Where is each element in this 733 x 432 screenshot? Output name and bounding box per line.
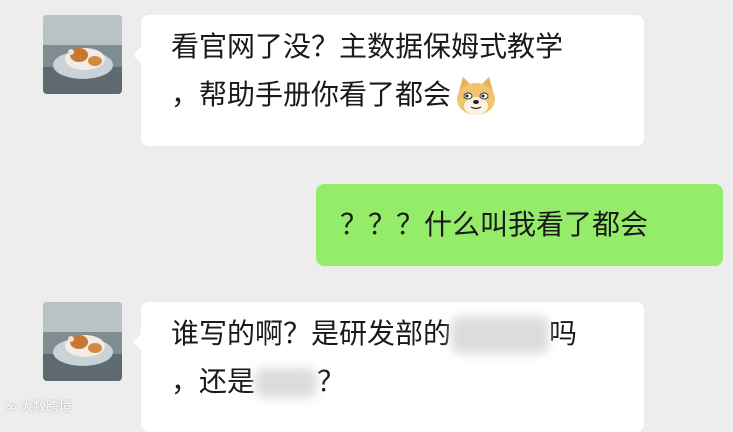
message-text: ？？？什么叫我看了都会 [340,208,649,241]
watermark-text: 大数跨境 [19,400,72,415]
redacted-text [451,316,550,354]
incoming-message-bubble[interactable]: 看官网了没？主数据保姆式教学 ，帮助手册你看了都会 [133,15,644,146]
message-text: ，还是 [171,365,256,398]
contact-avatar[interactable] [43,15,122,94]
doge-emoji-icon [457,77,496,115]
watermark-logo-icon: ∞ [6,400,17,415]
message-text: ？ [317,365,346,398]
message-text: 吗 [549,317,578,350]
message-line: 谁写的啊？是研发部的 吗 [171,310,618,358]
message-line: ，帮助手册你看了都会 [171,71,618,119]
message-line: ，还是 ？ [171,358,618,406]
redacted-text [255,368,318,398]
watermark: ∞ 大数跨境 [6,396,72,415]
incoming-message-bubble[interactable]: 谁写的啊？是研发部的 吗 ，还是 ？ [133,302,644,432]
cat-on-blanket-avatar-icon [43,302,122,381]
message-text: 谁写的啊？是研发部的 [171,317,452,350]
outgoing-message-bubble[interactable]: ？？？什么叫我看了都会 [316,184,723,266]
contact-avatar[interactable] [43,302,122,381]
message-line-text: ，帮助手册你看了都会 [171,78,452,111]
message-line: 看官网了没？主数据保姆式教学 [171,30,564,63]
cat-on-blanket-avatar-icon [43,15,122,94]
